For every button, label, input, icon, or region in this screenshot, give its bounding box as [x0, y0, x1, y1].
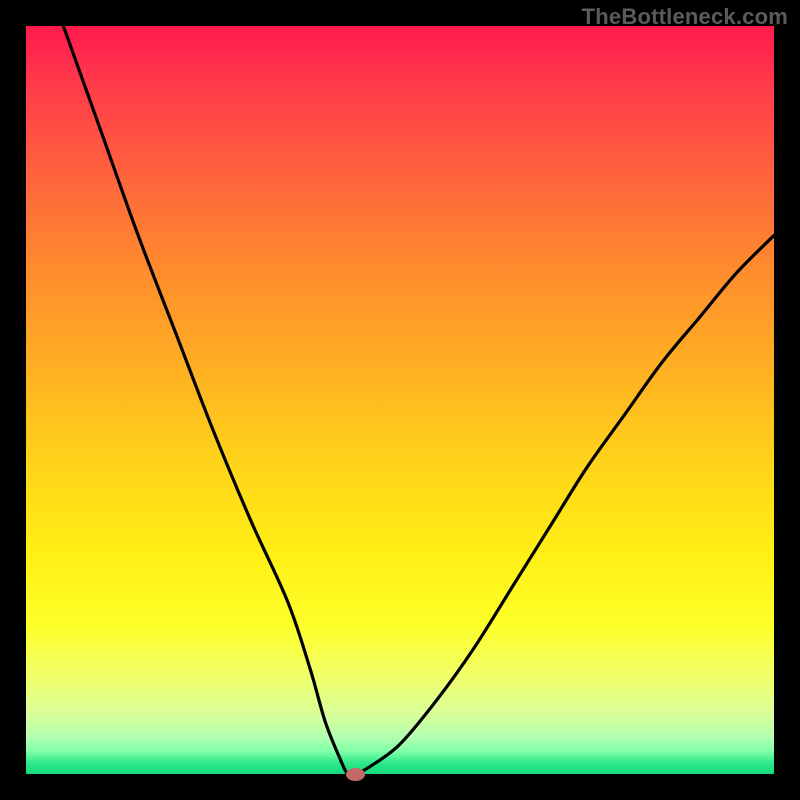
bottleneck-curve — [26, 26, 774, 774]
plot-area — [26, 26, 774, 774]
optimal-point-marker — [346, 768, 365, 781]
watermark-text: TheBottleneck.com — [582, 4, 788, 30]
chart-frame: TheBottleneck.com — [0, 0, 800, 800]
